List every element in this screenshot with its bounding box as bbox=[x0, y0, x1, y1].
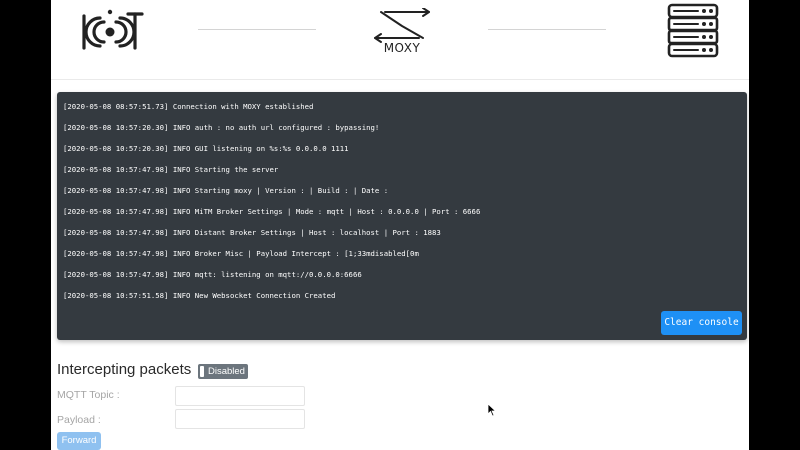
console-line: [2020-05-08 10:57:47.98] INFO Starting t… bbox=[63, 165, 279, 174]
connector-line-left bbox=[198, 29, 316, 30]
mouse-cursor-icon bbox=[487, 403, 497, 417]
toggle-handle[interactable] bbox=[200, 366, 204, 377]
intercept-title: Intercepting packets bbox=[57, 361, 192, 378]
connector-line-right bbox=[488, 29, 606, 30]
clear-console-button[interactable]: Clear console bbox=[661, 311, 742, 335]
toggle-label: Disabled bbox=[208, 366, 245, 377]
forward-button[interactable]: Forward bbox=[57, 432, 101, 450]
console-line: [2020-05-08 10:57:47.98] INFO mqtt: list… bbox=[63, 270, 362, 279]
console-panel: [2020-05-08 08:57:51.73] Connection with… bbox=[57, 92, 747, 340]
console-line: [2020-05-08 10:57:47.98] INFO Broker Mis… bbox=[63, 249, 419, 258]
moxy-label: MOXY bbox=[383, 41, 421, 55]
mqtt-topic-input[interactable] bbox=[175, 386, 305, 406]
payload-input[interactable] bbox=[175, 409, 305, 429]
payload-label: Payload : bbox=[57, 414, 101, 426]
iot-logo-icon bbox=[82, 9, 144, 50]
server-icon bbox=[667, 3, 719, 58]
mqtt-topic-label: MQTT Topic : bbox=[57, 389, 120, 401]
console-line: [2020-05-08 10:57:20.30] INFO GUI listen… bbox=[63, 144, 349, 153]
console-line: [2020-05-08 10:57:47.98] INFO Distant Br… bbox=[63, 228, 441, 237]
console-line: [2020-05-08 10:57:47.98] INFO Starting m… bbox=[63, 186, 389, 195]
intercept-toggle[interactable]: Disabled bbox=[198, 364, 248, 379]
console-line: [2020-05-08 10:57:47.98] INFO MiTM Broke… bbox=[63, 207, 481, 216]
console-line: [2020-05-08 10:57:20.30] INFO auth : no … bbox=[63, 123, 380, 132]
page: MOXY [2020-05-08 08:57:51.73] Connection… bbox=[51, 0, 749, 450]
console-line: [2020-05-08 08:57:51.73] Connection with… bbox=[63, 102, 314, 111]
console-line: [2020-05-08 10:57:51.58] INFO New Websoc… bbox=[63, 291, 336, 300]
header: MOXY bbox=[51, 0, 749, 80]
